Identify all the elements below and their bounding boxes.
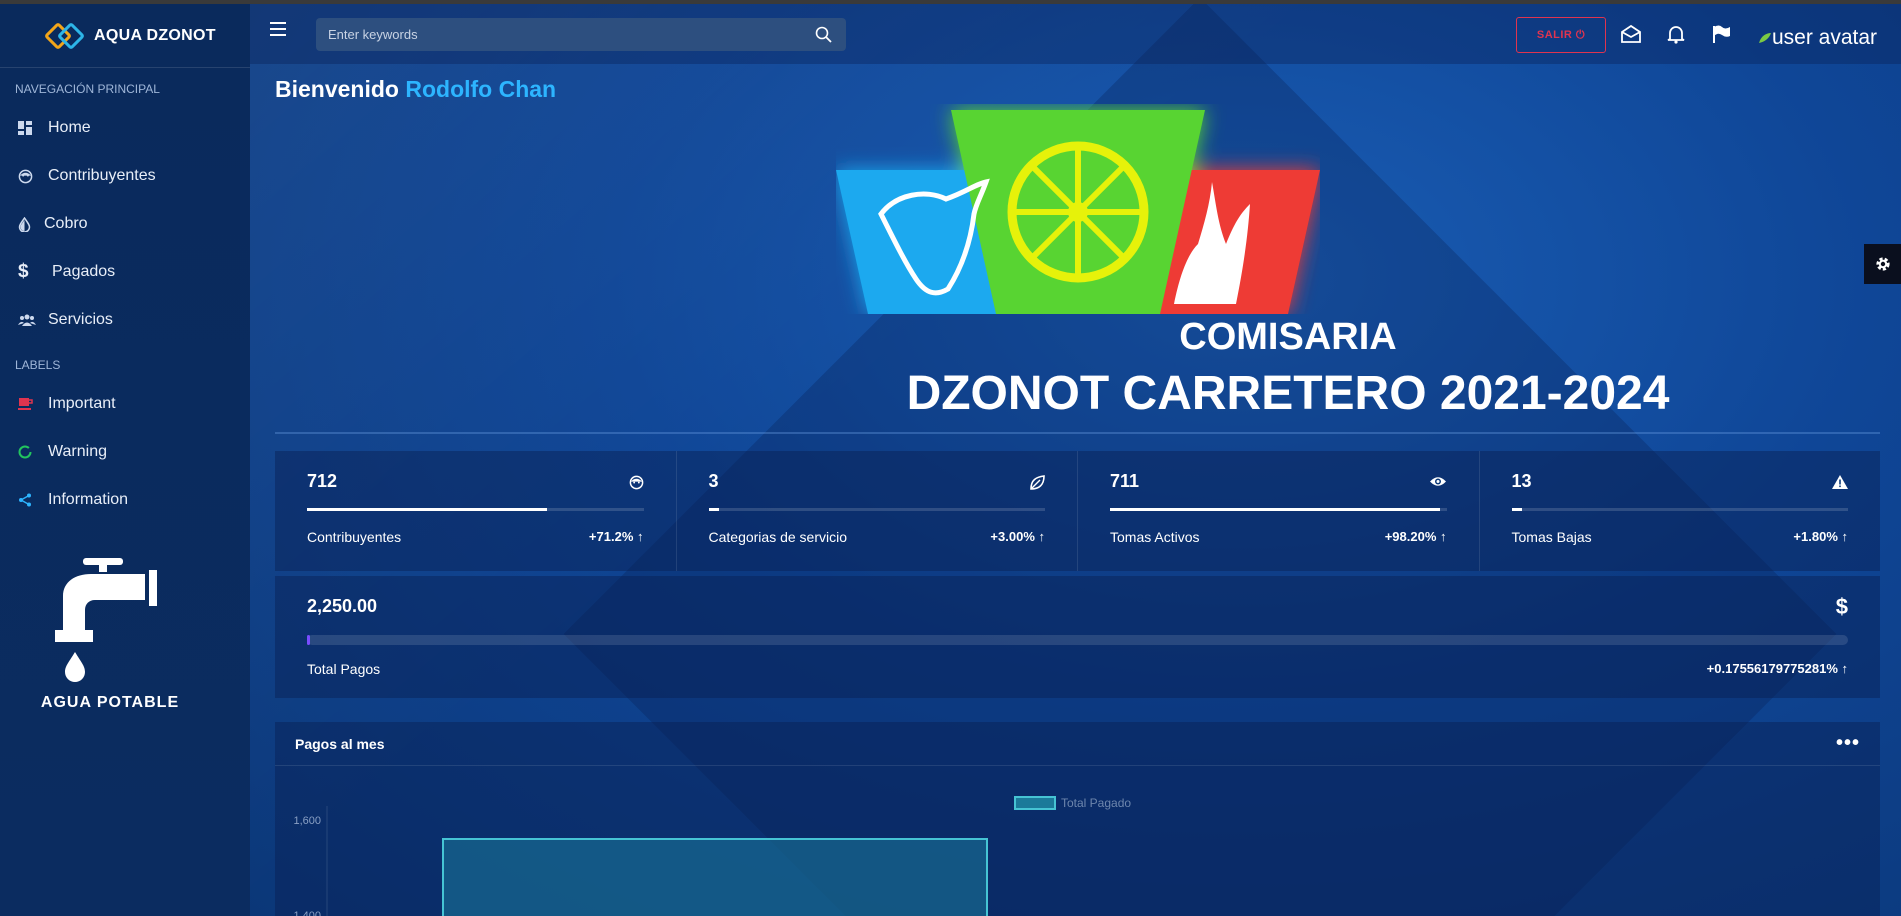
total-value: 2,250.00: [307, 596, 378, 616]
sidebar-item-label: Pagados: [52, 263, 116, 280]
y-tick-label: 1,600: [293, 815, 321, 827]
sidebar-item-label: Information: [48, 491, 129, 508]
stat-value: 3: [708, 471, 719, 491]
face-icon: [629, 475, 644, 495]
stat-progress-bar: [307, 508, 644, 511]
sidebar-item-cobro[interactable]: Cobro: [0, 200, 250, 248]
stat-card-contribuyentes: 712 Contribuyentes +71.2% ↑: [275, 451, 677, 571]
drop-icon: [18, 216, 44, 232]
bell-icon[interactable]: [1666, 24, 1688, 44]
search-input[interactable]: [316, 18, 786, 51]
mail-open-icon[interactable]: [1620, 24, 1642, 44]
sidebar-item-label: Important: [48, 395, 116, 412]
header-line-2: DZONOT CARRETERO 2021-2024: [906, 367, 1670, 420]
water-tap-logo-icon: [55, 558, 157, 682]
sidebar-item-important[interactable]: Important: [0, 380, 250, 428]
stat-progress-bar: [1511, 508, 1848, 511]
total-label: Total Pagos: [307, 661, 381, 677]
pagos-al-mes-card: Pagos al mes ••• 1,600 1,400 Total Pagado: [275, 722, 1880, 916]
brand-logo-icon: [43, 21, 86, 50]
logout-button[interactable]: SALIR ⏻: [1516, 17, 1606, 53]
nav-heading-main: NAVEGACIÓN PRINCIPAL: [15, 82, 160, 96]
more-options-icon[interactable]: •••: [1836, 732, 1860, 755]
legend-swatch[interactable]: [1014, 796, 1056, 810]
stat-label: Tomas Activos: [1110, 529, 1200, 545]
stat-progress-bar: [1110, 508, 1447, 511]
stat-card-tomas-bajas: 13 Tomas Bajas +1.80% ↑: [1480, 451, 1881, 571]
main-content: SALIR ⏻ user avatar Bienvenido Rodolfo C…: [250, 4, 1901, 916]
stat-percent: +3.00% ↑: [990, 529, 1045, 544]
user-avatar[interactable]: user avatar: [1758, 26, 1877, 50]
total-percent: +0.17556179775281% ↑: [1706, 661, 1848, 676]
search-box: [316, 18, 846, 51]
welcome-prefix: Bienvenido: [275, 76, 399, 102]
legend-label[interactable]: Total Pagado: [1061, 796, 1131, 810]
settings-gear-icon[interactable]: [1864, 244, 1901, 284]
sidebar-item-warning[interactable]: Warning: [0, 428, 250, 476]
sidebar: AQUA DZONOT NAVEGACIÓN PRINCIPAL Home Co…: [0, 4, 250, 916]
total-progress-fill: [307, 635, 310, 645]
sidebar-item-label: Contribuyentes: [48, 167, 156, 184]
stat-progress-bar: [708, 508, 1045, 511]
header-line-1: COMISARIA: [1179, 316, 1397, 358]
sidebar-item-home[interactable]: Home: [0, 104, 250, 152]
stat-label: Tomas Bajas: [1511, 529, 1592, 545]
user-name: Rodolfo Chan: [405, 76, 557, 102]
total-pagos-panel: 2,250.00 $ Total Pagos +0.17556179775281…: [275, 576, 1880, 698]
welcome-message: Bienvenido Rodolfo Chan: [275, 76, 556, 103]
leaf-icon: [1029, 475, 1045, 496]
topbar: SALIR ⏻ user avatar: [250, 4, 1901, 64]
stats-panel: 712 Contribuyentes +71.2% ↑ 3 Categorias…: [275, 451, 1880, 571]
face-icon: [18, 169, 48, 184]
stat-percent: +1.80% ↑: [1793, 529, 1848, 544]
sidebar-item-contribuyentes[interactable]: Contribuyentes: [0, 152, 250, 200]
sidebar-item-information[interactable]: Information: [0, 476, 250, 524]
stat-percent: +98.20% ↑: [1384, 529, 1447, 544]
search-icon[interactable]: [815, 26, 832, 48]
avatar-alt-text: user avatar: [1772, 26, 1878, 49]
sidebar-item-label: Warning: [48, 443, 107, 460]
flag-icon[interactable]: [1711, 24, 1733, 44]
stat-value: 711: [1110, 471, 1140, 491]
comisaria-emblem: [836, 110, 1320, 314]
stat-progress-fill: [1511, 508, 1522, 511]
dashboard-icon: [18, 121, 48, 135]
stat-progress-fill: [307, 508, 547, 511]
cup-icon: [18, 397, 48, 411]
stat-percent: +71.2% ↑: [588, 529, 644, 544]
stat-value: 13: [1511, 471, 1532, 491]
sidebar-item-servicios[interactable]: Servicios: [0, 296, 250, 344]
card-title: Pagos al mes: [295, 735, 385, 752]
stat-progress-fill: [1110, 508, 1441, 511]
sidebar-item-label: Home: [48, 119, 91, 136]
total-progress-bar: [307, 635, 1848, 645]
sidebar-logo-text: AGUA POTABLE: [40, 694, 180, 711]
share-icon: [18, 493, 48, 507]
stat-card-categorias: 3 Categorias de servicio +3.00% ↑: [677, 451, 1078, 571]
stat-label: Categorias de servicio: [708, 529, 848, 545]
broken-image-icon: [1759, 33, 1771, 43]
stat-card-tomas-activos: 711 Tomas Activos +98.20% ↑: [1078, 451, 1480, 571]
dollar-icon: $: [18, 261, 29, 282]
brand-name: AQUA DZONOT: [94, 26, 216, 44]
warning-icon: [1832, 475, 1848, 494]
y-tick-label: 1,400: [293, 910, 321, 916]
menu-toggle-icon[interactable]: [270, 22, 286, 36]
sidebar-item-pagados[interactable]: $ Pagados: [0, 248, 250, 296]
eye-icon: [1429, 475, 1447, 493]
stat-value: 712: [307, 471, 338, 491]
sidebar-item-label: Servicios: [48, 311, 113, 328]
nav-heading-labels: LABELS: [15, 358, 61, 372]
stat-progress-fill: [708, 508, 719, 511]
stat-label: Contribuyentes: [307, 529, 402, 545]
brand[interactable]: AQUA DZONOT: [0, 4, 250, 68]
group-icon: [18, 314, 48, 326]
pagos-chart: 1,600 1,400 Total Pagado: [293, 796, 1131, 916]
sidebar-item-label: Cobro: [44, 215, 88, 232]
dollar-icon: $: [1835, 594, 1848, 619]
circle-icon: [18, 445, 48, 459]
chart-bar[interactable]: [442, 838, 988, 916]
divider: [275, 432, 1880, 434]
